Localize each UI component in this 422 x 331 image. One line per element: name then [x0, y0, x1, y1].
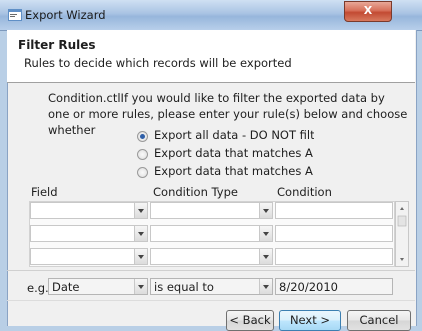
- window-title: Export Wizard: [25, 8, 106, 22]
- divider: [7, 270, 415, 271]
- chevron-down-icon: [134, 226, 147, 241]
- column-header-condition: Condition: [277, 185, 332, 199]
- chevron-down-icon: [259, 249, 272, 264]
- chevron-down-icon: [259, 226, 272, 241]
- page-title: Filter Rules: [18, 38, 96, 52]
- close-button[interactable]: X: [344, 1, 392, 22]
- example-prefix: e.g.: [27, 281, 49, 295]
- rule-3-field-select[interactable]: [30, 248, 148, 265]
- export-wizard-icon: [8, 9, 22, 21]
- example-field-value: Date: [52, 280, 80, 294]
- rule-1-condition-input[interactable]: [275, 202, 393, 219]
- close-icon: X: [363, 4, 373, 17]
- rule-2-condition-type-select[interactable]: [150, 225, 273, 242]
- column-header-field: Field: [31, 185, 58, 199]
- grid-scrollbar[interactable]: [395, 201, 409, 267]
- rule-2-condition-input[interactable]: [275, 225, 393, 242]
- cancel-button[interactable]: Cancel: [347, 310, 411, 331]
- radio-export-any-label: Export data that matches ANY: [154, 146, 314, 160]
- rule-2-field-select[interactable]: [30, 225, 148, 242]
- button-divider: [7, 300, 415, 301]
- radio-export-all-rules[interactable]: [137, 167, 148, 178]
- radio-export-all[interactable]: [137, 131, 148, 142]
- rule-1-condition-type-select[interactable]: [150, 202, 273, 219]
- radio-export-all-rules-label: Export data that matches ALL: [154, 164, 314, 178]
- radio-export-any[interactable]: [137, 149, 148, 160]
- rule-1-field-select[interactable]: [30, 202, 148, 219]
- column-header-condition-type: Condition Type: [153, 185, 238, 199]
- chevron-down-icon: [134, 203, 147, 218]
- rule-3-condition-input[interactable]: [275, 248, 393, 265]
- example-field: Date: [48, 278, 148, 295]
- rule-3-condition-type-select[interactable]: [150, 248, 273, 265]
- example-condition: 8/20/2010: [275, 278, 393, 295]
- chevron-down-icon: [259, 203, 272, 218]
- example-condition-type: is equal to: [150, 278, 273, 295]
- example-condition-type-value: is equal to: [154, 280, 214, 294]
- example-condition-value: 8/20/2010: [279, 280, 338, 294]
- chevron-down-icon: [134, 249, 147, 264]
- page-subtitle: Rules to decide which records will be ex…: [24, 56, 292, 70]
- chevron-down-icon: [259, 279, 272, 294]
- next-button[interactable]: Next >: [279, 310, 341, 331]
- radio-export-all-label: Export all data - DO NOT filte: [154, 128, 314, 142]
- back-button[interactable]: < Back: [226, 310, 274, 331]
- chevron-down-icon: [134, 279, 147, 294]
